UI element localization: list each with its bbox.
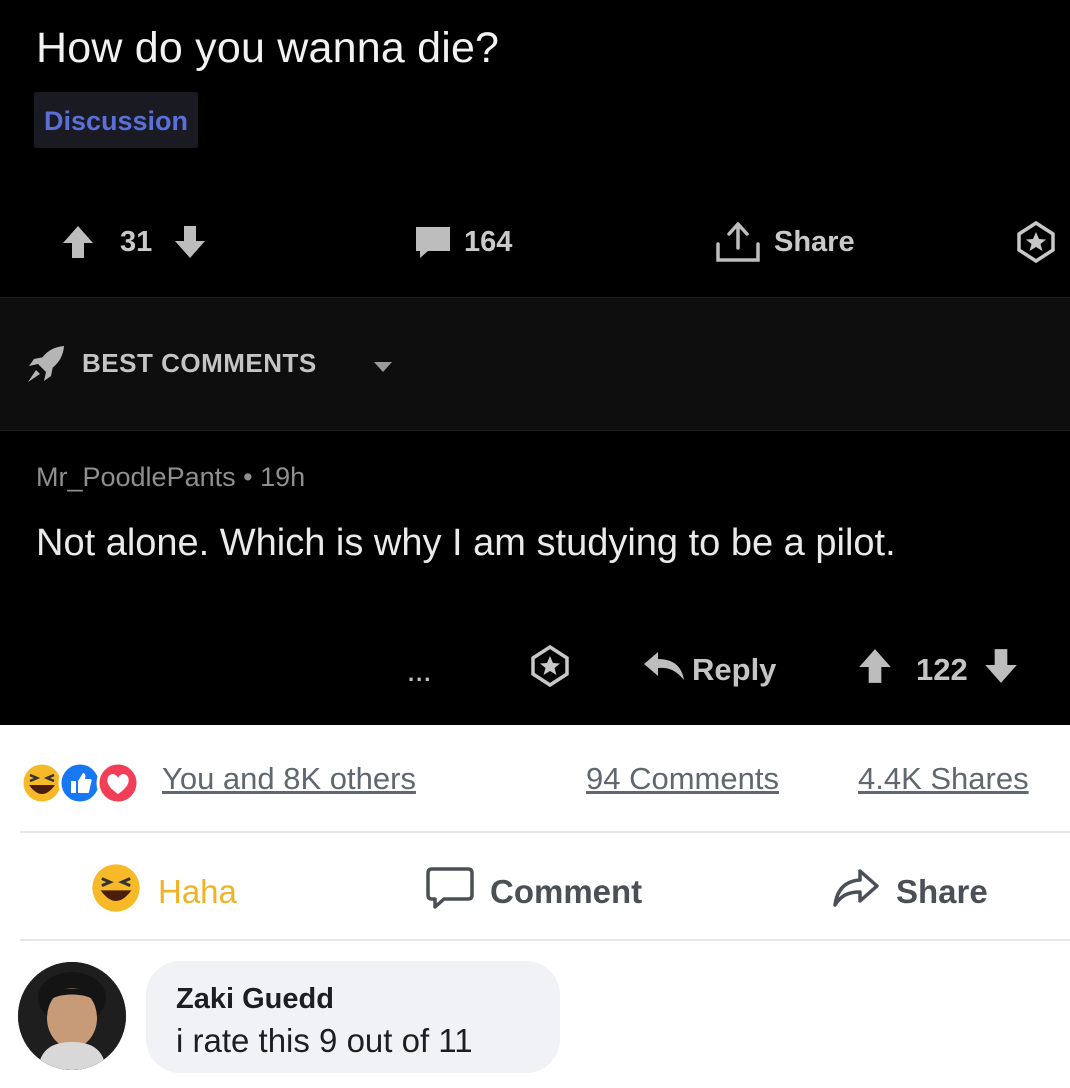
sort-label: BEST COMMENTS (82, 348, 317, 378)
post-share-label: Share (774, 225, 855, 258)
meta-separator: • (243, 462, 253, 492)
reply-text: i rate this 9 out of 11 (176, 1022, 473, 1059)
haha-reaction-icon (90, 862, 142, 922)
upvote-icon[interactable] (856, 646, 894, 694)
comment-username[interactable]: Mr_PoodlePants (36, 462, 236, 492)
reply-arrow-icon (642, 650, 686, 690)
comment-meta: Mr_PoodlePants • 19h (36, 462, 305, 493)
share-icon (712, 220, 764, 264)
reactions-summary-link[interactable]: You and 8K others (162, 761, 416, 797)
reply-author[interactable]: Zaki Guedd (176, 983, 334, 1016)
facebook-post-footer: You and 8K others 94 Comments 4.4K Share… (0, 725, 1070, 1088)
haha-reaction-button[interactable]: Haha (90, 864, 237, 917)
share-label: Share (896, 873, 988, 910)
rocket-icon (24, 344, 68, 391)
share-arrow-icon (832, 867, 880, 917)
post-flair[interactable]: Discussion (34, 92, 199, 148)
caret-down-icon (372, 360, 394, 379)
comment-sort-bar[interactable]: BEST COMMENTS (0, 297, 1070, 431)
comment-more-button[interactable]: ... (408, 650, 432, 698)
love-reaction-icon (96, 761, 140, 810)
divider (20, 939, 1070, 941)
divider (20, 831, 1070, 833)
comment-button[interactable]: Comment (426, 867, 642, 917)
post-comments-button[interactable]: 164 (414, 220, 512, 264)
comment-score: 122 (916, 652, 968, 687)
post-score: 31 (120, 225, 153, 258)
comment-reply-button[interactable]: Reply (642, 646, 776, 694)
avatar[interactable] (18, 962, 126, 1070)
post-share-button[interactable]: Share (712, 220, 855, 264)
upvote-icon[interactable] (60, 223, 96, 261)
comments-count-link[interactable]: 94 Comments (586, 761, 779, 797)
comment-icon (414, 224, 452, 260)
comment-reply-label: Reply (692, 652, 777, 687)
downvote-icon[interactable] (172, 223, 208, 261)
comment-vote-group: 122 (856, 646, 1020, 694)
haha-label: Haha (158, 873, 237, 910)
share-button[interactable]: Share (832, 867, 988, 917)
post-vote-group: 31 (60, 220, 208, 264)
award-icon (528, 644, 572, 696)
comment-body: Not alone. Which is why I am studying to… (36, 522, 896, 564)
shares-count-link[interactable]: 4.4K Shares (858, 761, 1029, 797)
reaction-icons[interactable] (20, 761, 150, 805)
reddit-post-panel: How do you wanna die? Discussion 31 164 … (0, 0, 1070, 725)
comment-award-button[interactable] (528, 644, 572, 696)
speech-bubble-icon (426, 865, 474, 919)
award-icon (1014, 220, 1058, 264)
post-award-button[interactable] (1014, 220, 1058, 264)
reply-comment-bubble: Zaki Guedd i rate this 9 out of 11 (146, 961, 560, 1073)
post-comments-count: 164 (464, 225, 513, 258)
post-title: How do you wanna die? (36, 24, 500, 72)
downvote-icon[interactable] (982, 646, 1020, 694)
comment-time: 19h (260, 462, 306, 492)
comment-label: Comment (490, 873, 643, 910)
